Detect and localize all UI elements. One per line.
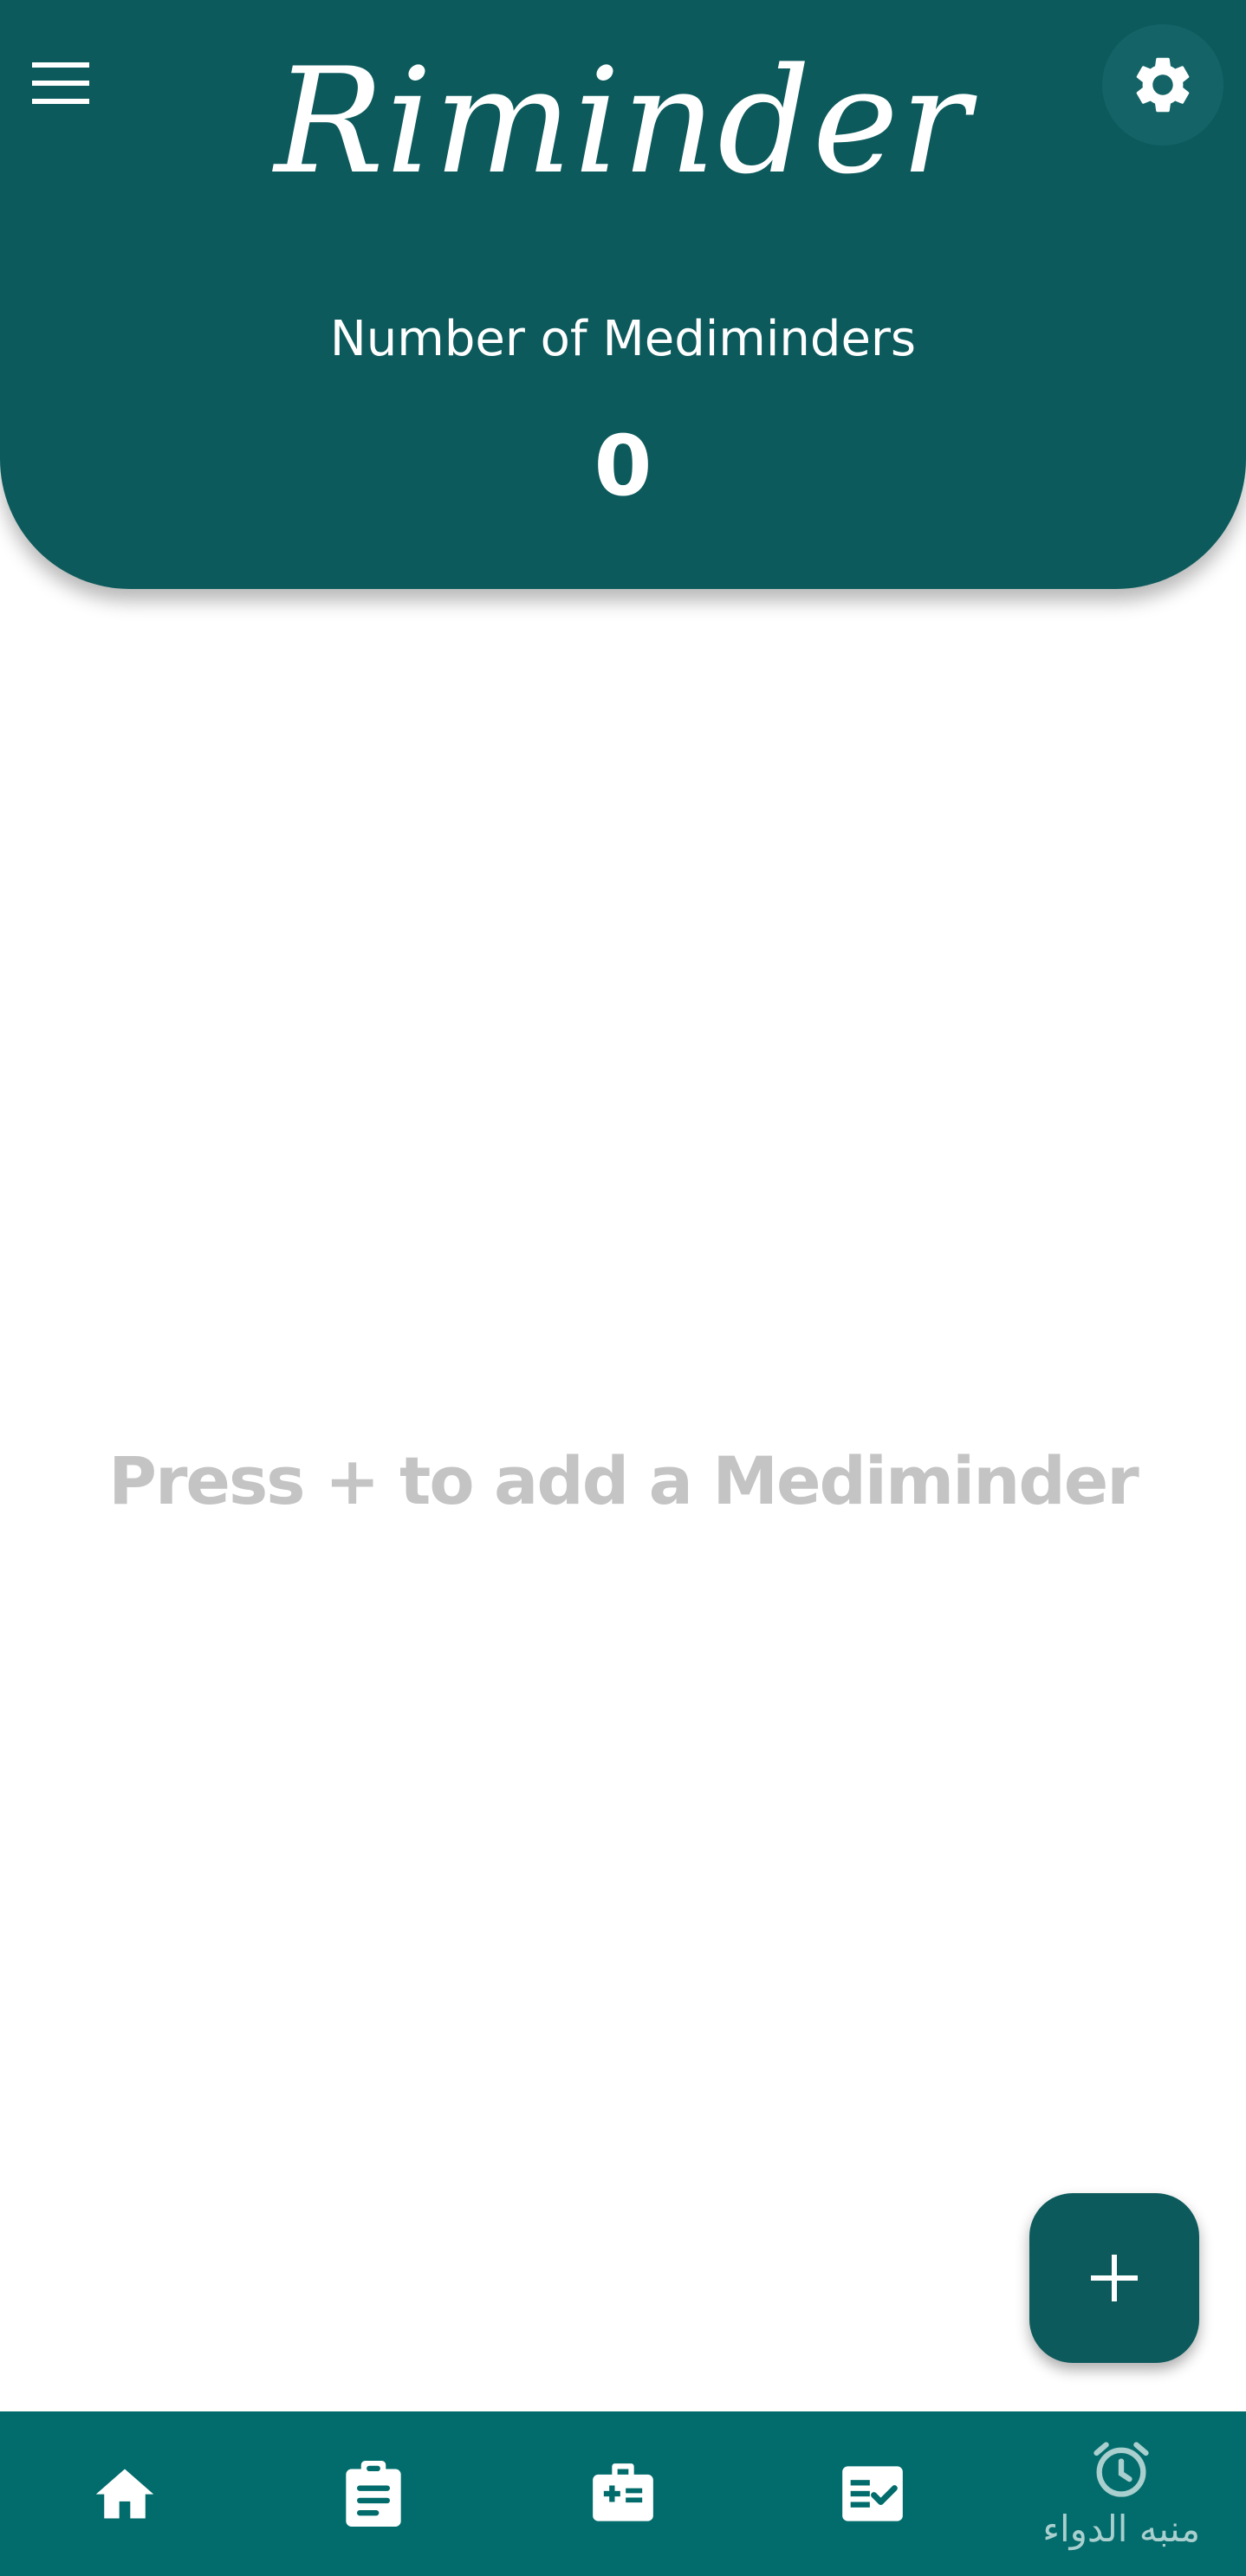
empty-state-hint: Press + to add a Mediminder [108,1442,1139,1519]
alarm-clock-icon [1093,2442,1149,2497]
nav-item-medical-kit[interactable] [498,2411,748,2576]
nav-item-medication-alarm[interactable]: منبه الدواء [996,2411,1246,2576]
header-banner: Riminder Number of Mediminders 0 [0,0,1246,589]
medical-kit-icon [593,2463,653,2521]
nav-item-clipboard[interactable] [250,2411,499,2576]
bottom-navigation: منبه الدواء [0,2411,1246,2576]
mediminder-count-label: Number of Mediminders [329,311,917,367]
app-title: Riminder [274,36,972,206]
home-icon [95,2469,154,2519]
settings-button[interactable] [1102,24,1223,146]
add-mediminder-button[interactable] [1029,2193,1199,2363]
plus-icon [1091,2255,1138,2301]
nav-item-home[interactable] [0,2411,250,2576]
checklist-icon [841,2466,903,2521]
clipboard-icon [346,2461,402,2527]
nav-item-checklist[interactable] [748,2411,997,2576]
gear-icon [1136,57,1190,113]
mediminder-count-value: 0 [594,417,652,515]
nav-item-label: منبه الدواء [1042,2508,1201,2550]
